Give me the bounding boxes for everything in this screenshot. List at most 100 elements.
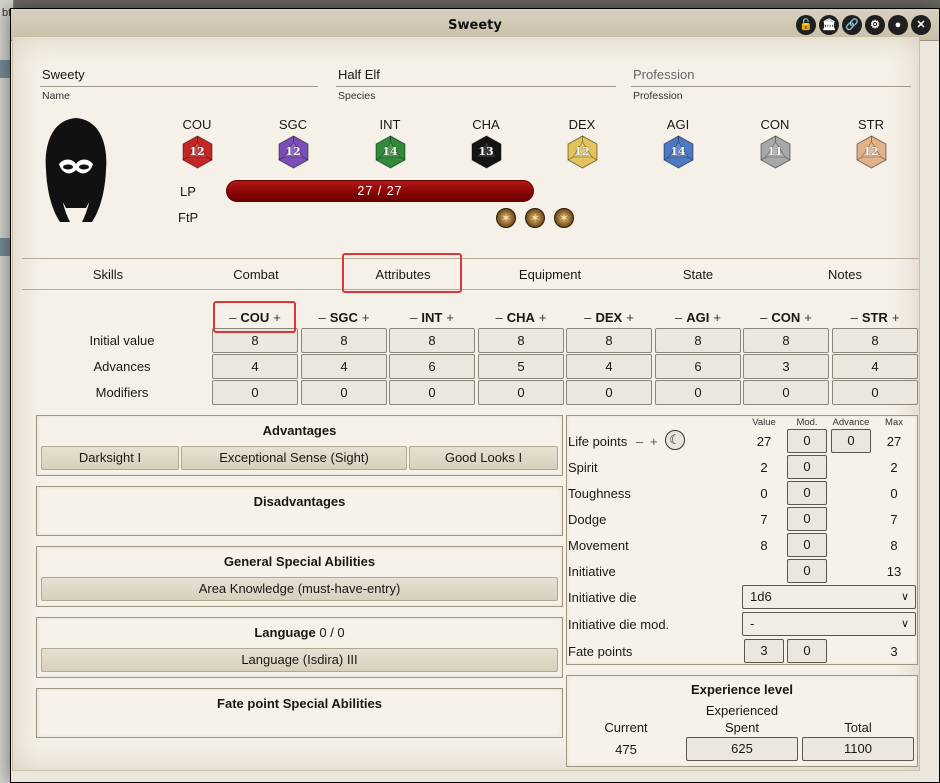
attr-cell[interactable]: 0 [301, 380, 387, 405]
gear-icon[interactable]: ⚙ [865, 15, 885, 35]
decrease-button[interactable]: – [319, 310, 326, 325]
attribute-con[interactable]: CON 11 [745, 117, 805, 169]
advantage-pill[interactable]: Exceptional Sense (Sight) [181, 446, 407, 470]
initiative-die-mod-select[interactable]: - ∨ [742, 612, 916, 636]
d20-icon[interactable]: 14 [375, 135, 406, 169]
increase-button[interactable]: + [446, 310, 454, 325]
attr-cell[interactable]: 4 [832, 354, 918, 379]
name-field[interactable]: Sweety Name [40, 63, 318, 105]
tab-state[interactable]: State [638, 259, 758, 290]
attr-cell[interactable]: 4 [301, 354, 387, 379]
fate-point-coin-icon[interactable]: ✶ [496, 208, 516, 228]
attr-cell[interactable]: 4 [566, 354, 652, 379]
spent-ap-value[interactable]: 625 [686, 737, 798, 761]
increase-button[interactable]: + [713, 310, 721, 325]
profession-value[interactable]: Profession [631, 63, 911, 87]
moon-icon[interactable]: ☾ [665, 430, 685, 450]
attr-cell[interactable]: 0 [212, 380, 298, 405]
attr-cell[interactable]: 8 [566, 328, 652, 353]
name-label: Name [42, 90, 71, 102]
species-field[interactable]: Half Elf Species [336, 63, 616, 105]
increase-button[interactable]: + [892, 310, 900, 325]
advantage-pill[interactable]: Good Looks I [409, 446, 558, 470]
decrease-button[interactable]: – [410, 310, 417, 325]
toughness-mod[interactable]: 0 [787, 481, 827, 505]
attribute-sgc[interactable]: SGC 12 [263, 117, 323, 169]
d20-icon[interactable]: 14 [663, 135, 694, 169]
attribute-cou[interactable]: COU 12 [167, 117, 227, 169]
movement-mod[interactable]: 0 [787, 533, 827, 557]
profession-field[interactable]: Profession Profession [631, 63, 911, 105]
increase-button[interactable]: + [626, 310, 634, 325]
life-points-advance[interactable]: 0 [831, 429, 871, 453]
attr-cell[interactable]: 5 [478, 354, 564, 379]
attr-cell[interactable]: 3 [743, 354, 829, 379]
decrease-button[interactable]: – [496, 310, 503, 325]
attr-cell[interactable]: 0 [743, 380, 829, 405]
increase-button[interactable]: + [804, 310, 812, 325]
species-label: Species [338, 90, 376, 102]
tab-combat[interactable]: Combat [196, 259, 316, 290]
d20-icon[interactable]: 12 [567, 135, 598, 169]
lp-bar[interactable]: 27 / 27 [226, 180, 534, 202]
attr-cell[interactable]: 8 [301, 328, 387, 353]
decrease-button[interactable]: – [851, 310, 858, 325]
initiative-die-select[interactable]: 1d6 ∨ [742, 585, 916, 609]
d20-icon[interactable]: 11 [760, 135, 791, 169]
fate-point-coin-icon[interactable]: ✶ [554, 208, 574, 228]
attr-cell[interactable]: 8 [832, 328, 918, 353]
link-icon[interactable]: 🔗 [842, 15, 862, 35]
language-pill[interactable]: Language (Isdira) III [41, 648, 558, 672]
attr-cell[interactable]: 8 [389, 328, 475, 353]
close-icon[interactable]: ✕ [911, 15, 931, 35]
attribute-int[interactable]: INT 14 [360, 117, 420, 169]
special-ability-pill[interactable]: Area Knowledge (must-have-entry) [41, 577, 558, 601]
decrease-button[interactable]: – [675, 310, 682, 325]
movement-label: Movement [568, 538, 629, 553]
decrease-button[interactable]: – [760, 310, 767, 325]
attr-cell[interactable]: 0 [478, 380, 564, 405]
fate-points-value[interactable]: 3 [744, 639, 784, 663]
fate-points-mod[interactable]: 0 [787, 639, 827, 663]
attribute-cha[interactable]: CHA 13 [456, 117, 516, 169]
increase-button[interactable]: + [539, 310, 547, 325]
attr-cell[interactable]: 6 [655, 354, 741, 379]
attr-cell[interactable]: 8 [655, 328, 741, 353]
species-value[interactable]: Half Elf [336, 63, 616, 87]
unlock-icon[interactable]: 🔓 [796, 15, 816, 35]
attr-cell[interactable]: 4 [212, 354, 298, 379]
current-ap-label: Current [604, 720, 648, 735]
decrease-button[interactable]: – [584, 310, 591, 325]
spirit-mod[interactable]: 0 [787, 455, 827, 479]
attr-cell[interactable]: 8 [478, 328, 564, 353]
fate-point-coin-icon[interactable]: ✶ [525, 208, 545, 228]
tab-equipment[interactable]: Equipment [490, 259, 610, 290]
d20-icon[interactable]: 12 [856, 135, 887, 169]
attr-cell[interactable]: 0 [832, 380, 918, 405]
dodge-mod[interactable]: 0 [787, 507, 827, 531]
life-points-mod[interactable]: 0 [787, 429, 827, 453]
life-points-minus[interactable]: – [636, 434, 643, 449]
initiative-mod[interactable]: 0 [787, 559, 827, 583]
attribute-dex[interactable]: DEX 12 [552, 117, 612, 169]
user-icon[interactable]: ● [888, 15, 908, 35]
attr-cell[interactable]: 6 [389, 354, 475, 379]
tab-notes[interactable]: Notes [785, 259, 905, 290]
attr-cell[interactable]: 0 [566, 380, 652, 405]
name-value[interactable]: Sweety [40, 63, 318, 87]
tab-skills[interactable]: Skills [48, 259, 168, 290]
attribute-agi[interactable]: AGI 14 [648, 117, 708, 169]
total-ap-value[interactable]: 1100 [802, 737, 914, 761]
d20-icon[interactable]: 13 [471, 135, 502, 169]
attribute-str[interactable]: STR 12 [841, 117, 901, 169]
d20-icon[interactable]: 12 [182, 135, 213, 169]
d20-icon[interactable]: 12 [278, 135, 309, 169]
avatar[interactable] [32, 114, 120, 226]
attr-cell[interactable]: 8 [743, 328, 829, 353]
advantage-pill[interactable]: Darksight I [41, 446, 179, 470]
life-points-plus[interactable]: + [650, 434, 658, 449]
bank-icon[interactable]: 🏛 [819, 15, 839, 35]
attr-cell[interactable]: 0 [389, 380, 475, 405]
increase-button[interactable]: + [362, 310, 370, 325]
attr-cell[interactable]: 0 [655, 380, 741, 405]
